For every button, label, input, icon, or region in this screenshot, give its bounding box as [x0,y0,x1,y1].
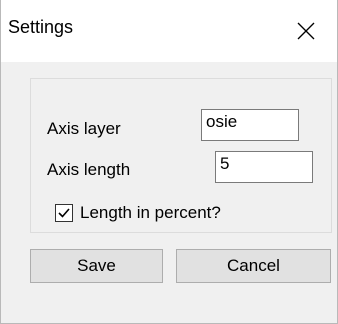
close-button[interactable] [275,0,337,62]
length-in-percent-checkbox-row[interactable]: Length in percent? [55,203,221,223]
save-button[interactable]: Save [30,249,163,283]
title-bar: Settings [1,0,337,62]
settings-dialog: Settings Axis layer osie Axis length 5 L… [0,0,338,324]
length-in-percent-checkbox[interactable] [55,204,73,222]
axis-length-label: Axis length [47,160,131,179]
axis-layer-input[interactable]: osie [201,109,299,141]
close-icon [297,22,315,40]
window-title: Settings [8,17,74,37]
axis-layer-label: Axis layer [47,119,121,138]
cancel-button[interactable]: Cancel [176,249,331,283]
axis-length-input[interactable]: 5 [215,151,313,183]
length-in-percent-label: Length in percent? [80,203,221,222]
checkmark-icon [58,208,70,218]
